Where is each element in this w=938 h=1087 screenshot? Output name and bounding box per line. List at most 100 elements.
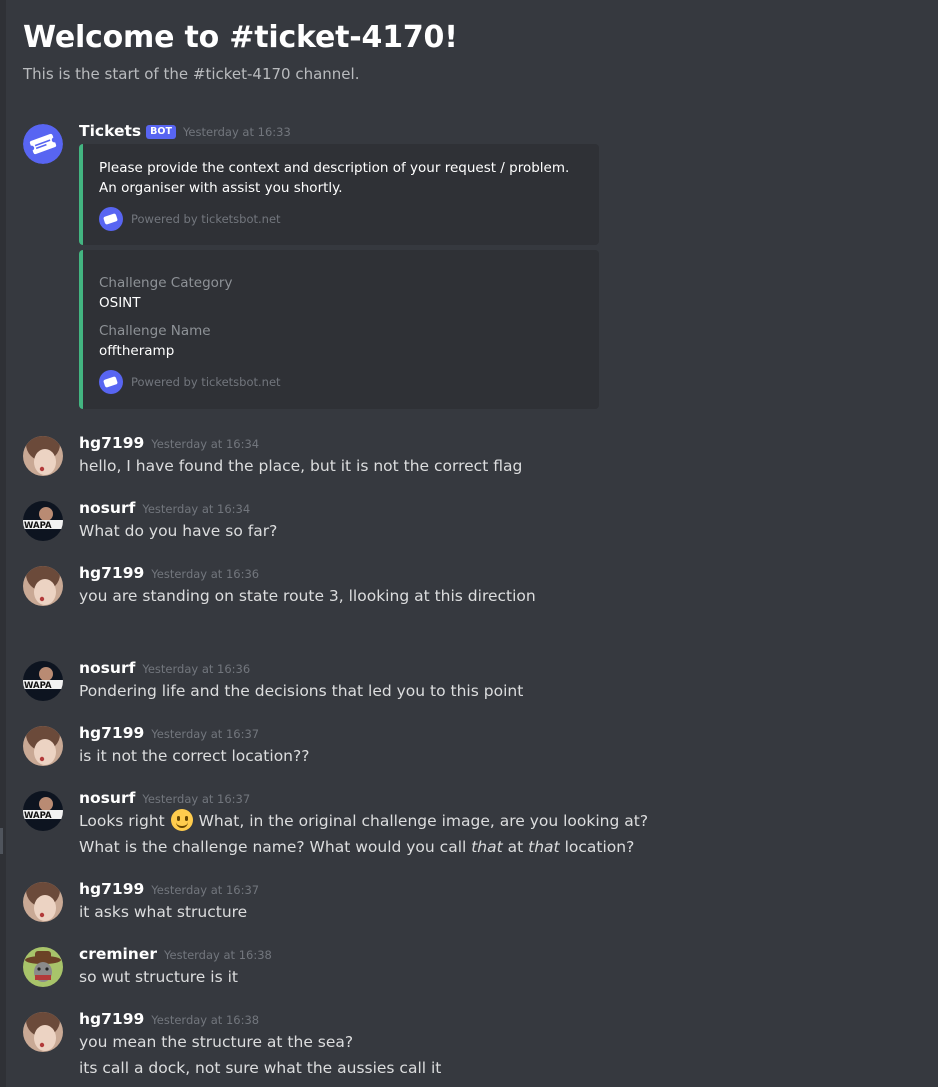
- ticketsbot-icon: [99, 370, 123, 394]
- message-header: nosurf Yesterday at 16:37: [79, 788, 923, 808]
- username[interactable]: hg7199: [79, 880, 144, 898]
- svg-text:WAPA: WAPA: [24, 811, 52, 821]
- ticket-logo-icon: [23, 124, 63, 164]
- svg-text:WAPA: WAPA: [24, 681, 52, 691]
- embed-description: Please provide the context and descripti…: [99, 160, 570, 196]
- user-photo-icon: [23, 882, 63, 922]
- message-text-segment: What, in the original challenge image, a…: [198, 812, 649, 830]
- username[interactable]: hg7199: [79, 724, 144, 742]
- channel-welcome: Welcome to #ticket-4170! This is the sta…: [23, 20, 458, 83]
- message-header: nosurf Yesterday at 16:34: [79, 498, 923, 518]
- message-text: you mean the structure at the sea?: [79, 1033, 354, 1051]
- message-italic-text: that: [471, 838, 503, 856]
- avatar-tickets-bot[interactable]: [23, 124, 63, 164]
- username[interactable]: hg7199: [79, 1010, 144, 1028]
- left-rail: [0, 0, 6, 1087]
- user-photo-icon: WAPA: [23, 661, 63, 701]
- message-text: hello, I have found the place, but it is…: [79, 457, 523, 475]
- user-photo-icon: [23, 1012, 63, 1052]
- cowboy-avatar-icon: [23, 947, 63, 987]
- avatar-creminer[interactable]: [23, 947, 63, 987]
- avatar-hg7199[interactable]: [23, 436, 63, 476]
- avatar-hg7199[interactable]: [23, 882, 63, 922]
- message-header: hg7199 Yesterday at 16:34: [79, 433, 923, 453]
- embed-field-name: Challenge Name: [99, 323, 211, 339]
- username[interactable]: Tickets: [79, 122, 141, 140]
- timestamp[interactable]: Yesterday at 16:36: [142, 662, 250, 676]
- username[interactable]: creminer: [79, 945, 157, 963]
- username[interactable]: hg7199: [79, 564, 144, 582]
- avatar-nosurf[interactable]: WAPA: [23, 661, 63, 701]
- message-header: hg7199 Yesterday at 16:36: [79, 563, 923, 583]
- message-text: Looks right What, in the original challe…: [79, 808, 923, 834]
- message-header: Tickets BOT Yesterday at 16:33: [79, 121, 923, 141]
- message-text: so wut structure is it: [79, 968, 238, 986]
- message-header: nosurf Yesterday at 16:36: [79, 658, 923, 678]
- message: hg7199 Yesterday at 16:37 it asks what st…: [23, 879, 923, 925]
- embed-footer-text: Powered by ticketsbot.net: [131, 212, 281, 226]
- avatar-hg7199[interactable]: [23, 566, 63, 606]
- username[interactable]: nosurf: [79, 659, 135, 677]
- timestamp[interactable]: Yesterday at 16:38: [164, 948, 272, 962]
- embed-field-value: offtheramp: [99, 343, 175, 359]
- message-text: you are standing on state route 3, llook…: [79, 587, 536, 605]
- message-text: What is the challenge name? What would y…: [79, 834, 923, 860]
- embed-footer: Powered by ticketsbot.net: [99, 207, 583, 231]
- message-text-segment: What is the challenge name? What would y…: [79, 838, 472, 856]
- message-text: it asks what structure: [79, 903, 248, 921]
- message-text: its call a dock, not sure what the aussi…: [79, 1059, 442, 1077]
- message-italic-text: that: [528, 838, 560, 856]
- message-text: What do you have so far?: [79, 522, 278, 540]
- message-header: creminer Yesterday at 16:38: [79, 944, 923, 964]
- message-text: Pondering life and the decisions that le…: [79, 682, 524, 700]
- message-text-segment: at: [502, 838, 529, 856]
- message: hg7199 Yesterday at 16:36 you are standin…: [23, 563, 923, 609]
- message-text-segment: location?: [559, 838, 635, 856]
- message-text: is it not the correct location??: [79, 747, 310, 765]
- avatar-hg7199[interactable]: [23, 1012, 63, 1052]
- timestamp[interactable]: Yesterday at 16:34: [142, 502, 250, 516]
- timestamp[interactable]: Yesterday at 16:37: [142, 792, 250, 806]
- user-photo-icon: WAPA: [23, 791, 63, 831]
- avatar-hg7199[interactable]: [23, 726, 63, 766]
- timestamp[interactable]: Yesterday at 16:36: [151, 567, 259, 581]
- message: Tickets BOT Yesterday at 16:33: [23, 121, 923, 164]
- embed-footer-text: Powered by ticketsbot.net: [131, 375, 281, 389]
- scroll-marker: [0, 828, 3, 854]
- message: hg7199 Yesterday at 16:38 you mean the st…: [23, 1009, 923, 1081]
- timestamp[interactable]: Yesterday at 16:37: [151, 727, 259, 741]
- timestamp[interactable]: Yesterday at 16:34: [151, 437, 259, 451]
- user-photo-icon: [23, 566, 63, 606]
- slightly-smiling-face-icon[interactable]: [170, 809, 193, 831]
- avatar-nosurf[interactable]: WAPA: [23, 501, 63, 541]
- message: WAPA nosurf Yesterday at 16:37 Looks righ…: [23, 788, 923, 860]
- embed-field-value: OSINT: [99, 295, 141, 311]
- message-header: hg7199 Yesterday at 16:37: [79, 879, 923, 899]
- channel-welcome-title: Welcome to #ticket-4170!: [23, 20, 458, 55]
- timestamp[interactable]: Yesterday at 16:37: [151, 883, 259, 897]
- embed-card: Challenge Category OSINT Challenge Name …: [79, 250, 599, 409]
- user-photo-icon: [23, 436, 63, 476]
- timestamp[interactable]: Yesterday at 16:38: [151, 1013, 259, 1027]
- timestamp[interactable]: Yesterday at 16:33: [183, 125, 291, 139]
- embed-footer: Powered by ticketsbot.net: [99, 370, 583, 394]
- embed-card: Please provide the context and descripti…: [79, 144, 599, 245]
- username[interactable]: nosurf: [79, 789, 135, 807]
- bot-badge: BOT: [146, 125, 176, 139]
- channel-welcome-subtitle: This is the start of the #ticket-4170 ch…: [23, 65, 360, 83]
- user-photo-icon: [23, 726, 63, 766]
- ticketsbot-icon: [99, 207, 123, 231]
- message: WAPA nosurf Yesterday at 16:34 What do yo…: [23, 498, 923, 544]
- user-photo-icon: WAPA: [23, 501, 63, 541]
- message-header: hg7199 Yesterday at 16:38: [79, 1009, 923, 1029]
- svg-text:WAPA: WAPA: [24, 521, 52, 531]
- message: hg7199 Yesterday at 16:37 is it not the c…: [23, 723, 923, 769]
- message: WAPA nosurf Yesterday at 16:36 Pondering …: [23, 658, 923, 704]
- embed-field-name: Challenge Category: [99, 275, 233, 291]
- username[interactable]: nosurf: [79, 499, 135, 517]
- username[interactable]: hg7199: [79, 434, 144, 452]
- message-text-segment: Looks right: [79, 812, 165, 830]
- message-header: hg7199 Yesterday at 16:37: [79, 723, 923, 743]
- avatar-nosurf[interactable]: WAPA: [23, 791, 63, 831]
- message: creminer Yesterday at 16:38 so wut struct…: [23, 944, 923, 990]
